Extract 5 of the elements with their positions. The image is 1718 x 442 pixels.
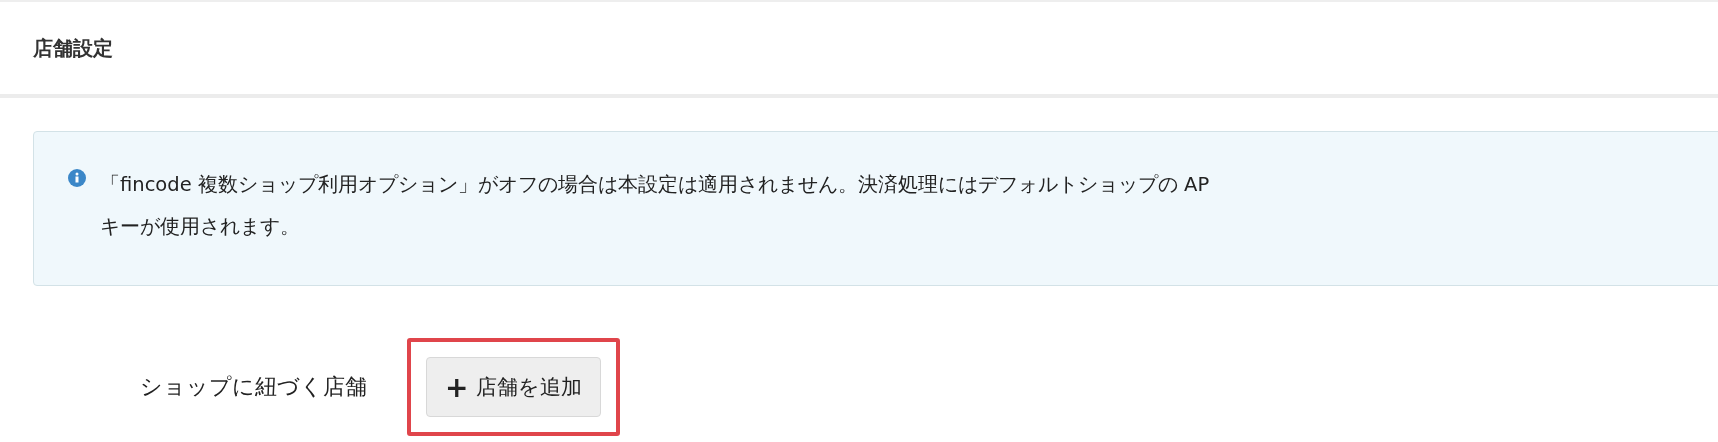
add-store-button[interactable]: + 店舗を追加 xyxy=(426,357,602,417)
field-label: ショップに紐づく店舗 xyxy=(140,373,367,401)
notice-text: 「fincode 複数ショップ利用オプション」がオフの場合は本設定は適用されません。決済処理にはデフォルトショップの AP キーが使用されます。 xyxy=(100,172,1210,240)
info-icon xyxy=(68,169,86,187)
page-title: 店舗設定 xyxy=(33,34,113,62)
